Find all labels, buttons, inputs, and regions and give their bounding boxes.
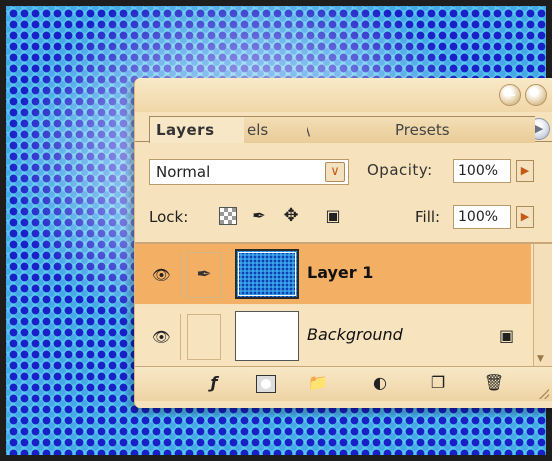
transparency-lock-icon[interactable] — [219, 207, 237, 225]
tab-layers[interactable]: Layers — [149, 116, 244, 143]
layer-row[interactable]: 👁 Background ▣ — [135, 306, 531, 366]
layer-row[interactable]: 👁 ✒ Layer 1 — [135, 244, 531, 304]
layers-scrollbar[interactable]: ▼ — [533, 244, 552, 366]
adjustment-layer-icon[interactable]: ◐ — [367, 372, 393, 394]
padlock-icon[interactable]: ▣ — [323, 206, 343, 226]
blend-mode-select[interactable]: Normal ∨ — [149, 159, 349, 185]
layers-palette: ▶ Presets \ \ els Layers Normal ∨ Opacit… — [134, 78, 552, 408]
fill-input[interactable]: 100% — [453, 205, 511, 229]
brush-lock-icon[interactable]: ✒ — [249, 206, 269, 226]
eye-icon[interactable]: 👁 — [143, 314, 181, 360]
layers-toolbar: ƒ 📁 ◐ ❐ 🗑 — [135, 366, 552, 401]
eye-icon[interactable]: 👁 — [143, 252, 181, 298]
layer-style-icon[interactable]: ƒ — [201, 372, 227, 394]
scroll-down-icon[interactable]: ▼ — [537, 354, 544, 364]
trash-icon[interactable]: 🗑 — [481, 372, 507, 394]
padlock-icon: ▣ — [499, 326, 515, 345]
brush-link-icon[interactable]: ✒ — [187, 252, 221, 298]
layer-mask-icon[interactable] — [253, 372, 279, 394]
palette-tabs: Presets \ \ els Layers — [145, 116, 535, 143]
palette-titlebar[interactable] — [135, 78, 552, 112]
link-cell[interactable] — [187, 314, 221, 360]
palette-options-button[interactable] — [525, 84, 547, 106]
resize-grip-icon[interactable] — [539, 389, 549, 399]
opacity-input[interactable]: 100% — [453, 159, 511, 183]
new-layer-icon[interactable]: ❐ — [425, 372, 451, 394]
opacity-label: Opacity: — [367, 161, 433, 179]
minimize-button[interactable] — [499, 84, 521, 106]
layer-thumbnail — [235, 249, 299, 299]
chevron-right-icon[interactable]: ▶ — [516, 160, 534, 182]
chevron-down-icon[interactable]: ∨ — [325, 162, 345, 182]
chevron-right-icon[interactable]: ▶ — [516, 206, 534, 228]
layer-name: Layer 1 — [307, 263, 374, 282]
layer-name: Background — [307, 325, 403, 344]
fill-label: Fill: — [415, 208, 441, 226]
move-lock-icon[interactable]: ✥ — [281, 206, 301, 226]
lock-label: Lock: — [149, 208, 189, 226]
blend-mode-value: Normal — [156, 163, 211, 181]
layer-thumbnail — [235, 311, 299, 361]
folder-icon[interactable]: 📁 — [305, 372, 331, 394]
